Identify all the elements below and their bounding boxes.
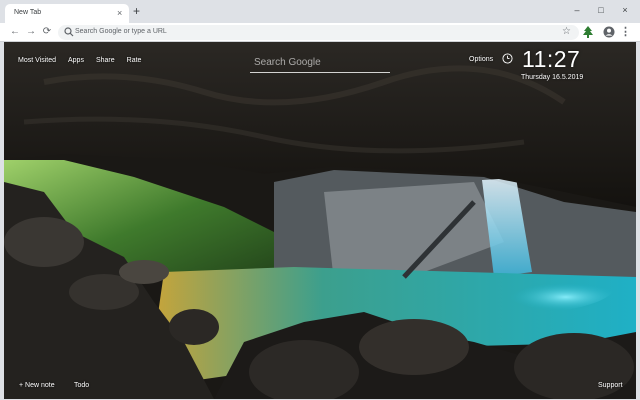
options-button[interactable]: Options bbox=[469, 56, 493, 63]
tab-strip: New Tab × + – □ × bbox=[0, 0, 640, 23]
minimize-button[interactable]: – bbox=[566, 3, 588, 17]
bookmark-star-icon[interactable]: ☆ bbox=[562, 26, 571, 38]
todo-button[interactable]: Todo bbox=[74, 382, 89, 389]
nav-share[interactable]: Share bbox=[96, 57, 115, 64]
clock-date: Thursday 16.5.2019 bbox=[521, 74, 584, 81]
window-close-button[interactable]: × bbox=[614, 3, 636, 17]
clock-time: 11:27 bbox=[522, 46, 581, 72]
browser-toolbar: ← → ⟳ Search Google or type a URL ☆ bbox=[0, 23, 640, 42]
forward-button[interactable]: → bbox=[24, 25, 38, 39]
new-tab-page: Most Visited Apps Share Rate Options 11:… bbox=[4, 42, 636, 399]
support-link[interactable]: Support bbox=[598, 382, 623, 389]
tab-new-tab[interactable]: New Tab × bbox=[5, 4, 129, 23]
back-button[interactable]: ← bbox=[8, 25, 22, 39]
nav-most-visited[interactable]: Most Visited bbox=[18, 57, 56, 64]
reload-button[interactable]: ⟳ bbox=[40, 25, 54, 39]
address-bar[interactable]: Search Google or type a URL ☆ bbox=[58, 25, 579, 40]
browser-menu-icon[interactable]: ⋮ bbox=[620, 25, 631, 39]
new-tab-button[interactable]: + bbox=[133, 5, 140, 17]
maximize-button[interactable]: □ bbox=[590, 3, 612, 17]
top-nav: Most Visited Apps Share Rate bbox=[18, 57, 153, 64]
tab-title: New Tab bbox=[14, 9, 42, 16]
address-bar-placeholder: Search Google or type a URL bbox=[75, 28, 167, 35]
tree-extension-icon[interactable] bbox=[582, 25, 594, 39]
tab-close-icon[interactable]: × bbox=[117, 7, 122, 19]
search-box bbox=[250, 52, 390, 73]
background-image bbox=[4, 42, 636, 399]
nav-rate[interactable]: Rate bbox=[127, 57, 142, 64]
new-note-button[interactable]: + New note bbox=[19, 382, 55, 389]
clock-icon[interactable] bbox=[502, 53, 513, 64]
profile-icon[interactable] bbox=[603, 26, 615, 38]
search-icon bbox=[64, 27, 74, 37]
nav-apps[interactable]: Apps bbox=[68, 57, 84, 64]
search-input[interactable] bbox=[254, 54, 384, 70]
